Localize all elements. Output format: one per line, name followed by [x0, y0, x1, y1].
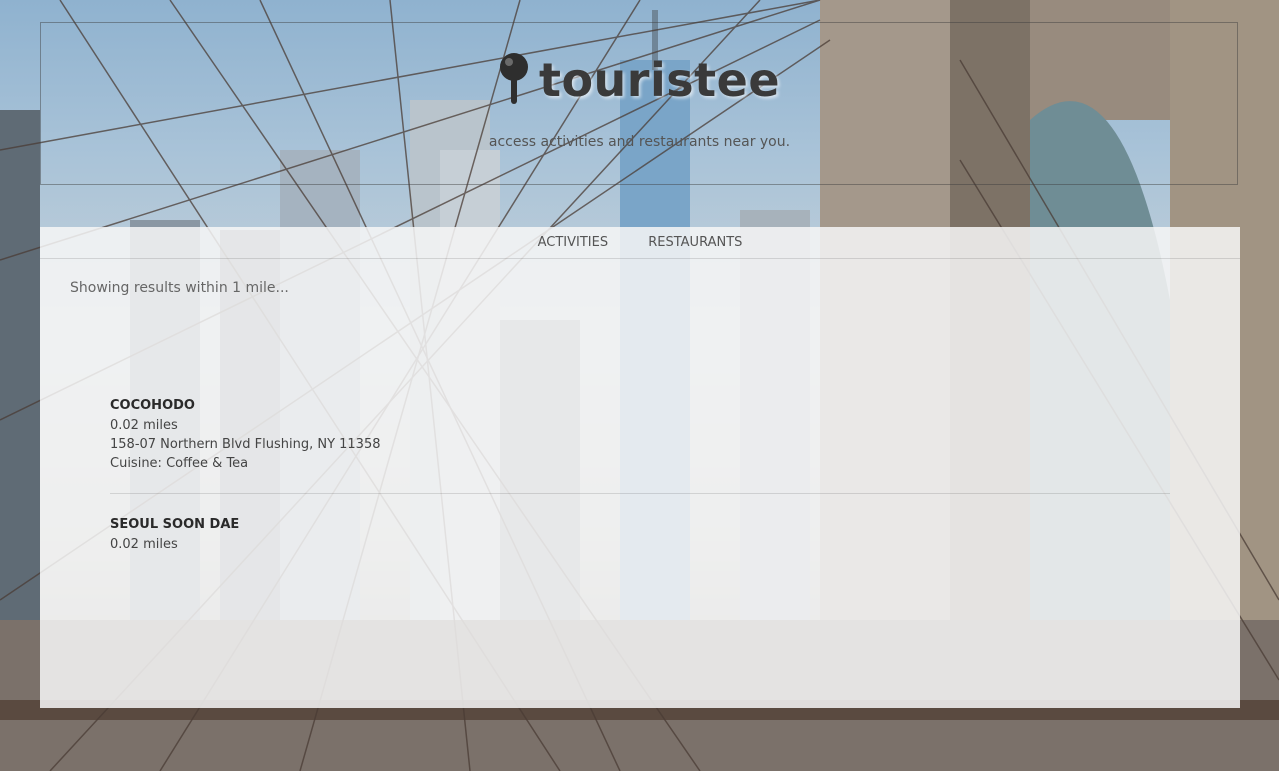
- tab-activities[interactable]: ACTIVITIES: [538, 227, 608, 258]
- list-item[interactable]: COCOHODO 0.02 miles 158-07 Northern Blvd…: [110, 398, 1170, 475]
- restaurant-distance: 0.02 miles: [110, 418, 178, 433]
- list-item[interactable]: SEOUL SOON DAE 0.02 miles: [110, 517, 1170, 556]
- tab-restaurants[interactable]: RESTAURANTS: [648, 227, 742, 258]
- category-tabs: ACTIVITIES RESTAURANTS: [40, 227, 1240, 259]
- restaurant-name[interactable]: COCOHODO: [110, 398, 1170, 413]
- restaurant-name[interactable]: SEOUL SOON DAE: [110, 517, 1170, 532]
- brand-tagline: access activities and restaurants near y…: [488, 134, 791, 150]
- restaurant-cuisine: Cuisine: Coffee & Tea: [110, 456, 249, 471]
- results-panel: ACTIVITIES RESTAURANTS Showing results w…: [40, 227, 1240, 708]
- results-status: Showing results within 1 mile...: [70, 280, 289, 296]
- restaurant-distance: 0.02 miles: [110, 537, 178, 552]
- restaurant-address: 158-07 Northern Blvd Flushing, NY 11358: [110, 437, 381, 452]
- map-pin-icon: [499, 52, 529, 106]
- result-divider: [110, 493, 1170, 494]
- brand-logo[interactable]: touristee: [0, 52, 1279, 107]
- brand-name: touristee: [538, 53, 781, 107]
